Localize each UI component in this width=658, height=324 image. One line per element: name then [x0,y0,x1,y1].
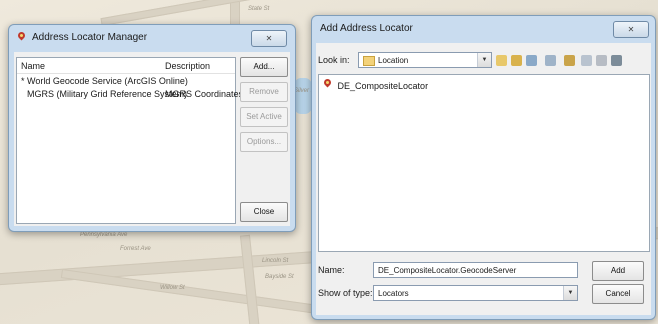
dialog-titlebar[interactable]: Add Address Locator [312,16,655,40]
name-input[interactable]: DE_CompositeLocator.GeocodeServer [373,262,578,278]
row-description: MGRS Coordinates [165,89,244,99]
show-of-type-value: Locators [378,289,409,298]
name-label: Name: [318,265,345,275]
column-header-description[interactable]: Description [165,61,210,71]
chevron-down-icon[interactable]: ▼ [563,286,577,300]
dialog-close-icon[interactable]: ✕ [613,21,649,38]
map-label: Willow St [160,285,185,291]
address-locator-manager-window: Address Locator Manager ✕ Name Descripti… [8,24,296,232]
options-button[interactable]: Options... [240,132,288,152]
catalog-icon[interactable] [596,55,607,66]
chevron-down-icon[interactable]: ▼ [477,53,491,67]
map-label: Lincoln St [262,258,289,264]
dialog-client: Look in: Location ▼ DE_CompositeLocator … [316,43,651,315]
map-road [100,0,252,27]
view-menu-icon[interactable] [545,55,556,66]
map-label: Bayside St [265,274,294,280]
list-item-label: DE_CompositeLocator [337,81,429,91]
locator-icon [17,32,26,42]
row-name: MGRS (Military Grid Reference System) [27,89,188,99]
manager-close-icon[interactable]: ✕ [251,30,287,47]
cancel-button[interactable]: Cancel [592,284,644,304]
look-in-dropdown[interactable]: Location ▼ [358,52,492,68]
go-up-icon[interactable] [496,55,507,66]
locator-icon [323,79,332,89]
look-in-value: Location [378,56,409,65]
details-icon[interactable] [581,55,592,66]
set-active-button[interactable]: Set Active [240,107,288,127]
add-button[interactable]: Add... [240,57,288,77]
add-address-locator-dialog: Add Address Locator ✕ Look in: Location … [311,15,656,320]
dialog-title: Add Address Locator [320,22,413,34]
show-of-type-label: Show of type: [318,288,373,298]
add-button[interactable]: Add [592,261,644,281]
connect-folder-icon[interactable] [526,55,537,66]
row-name: * World Geocode Service (ArcGIS Online) [21,76,188,86]
map-label: State St [248,6,270,12]
new-folder-icon[interactable] [564,55,575,66]
list-item[interactable]: DE_CompositeLocator [323,79,428,91]
map-label: Pennsylvania Ave [80,232,128,238]
home-icon[interactable] [511,55,522,66]
list-header: Name Description [17,58,235,74]
close-button[interactable]: Close [240,202,288,222]
map-road [239,234,261,324]
table-row[interactable]: MGRS (Military Grid Reference System) MG… [17,89,243,101]
remove-button[interactable]: Remove [240,82,288,102]
table-row[interactable]: * World Geocode Service (ArcGIS Online) [17,76,235,88]
folder-icon [363,55,375,66]
show-of-type-dropdown[interactable]: Locators ▼ [373,285,578,301]
manager-client: Name Description * World Geocode Service… [14,52,290,226]
map-label: Forrest Ave [120,246,151,252]
locator-list[interactable]: Name Description * World Geocode Service… [16,57,243,224]
manager-title: Address Locator Manager [32,31,148,43]
toolbox-icon[interactable] [611,55,622,66]
look-in-label: Look in: [318,55,350,65]
locator-file-list[interactable]: DE_CompositeLocator [318,74,650,252]
column-header-name[interactable]: Name [21,61,45,71]
